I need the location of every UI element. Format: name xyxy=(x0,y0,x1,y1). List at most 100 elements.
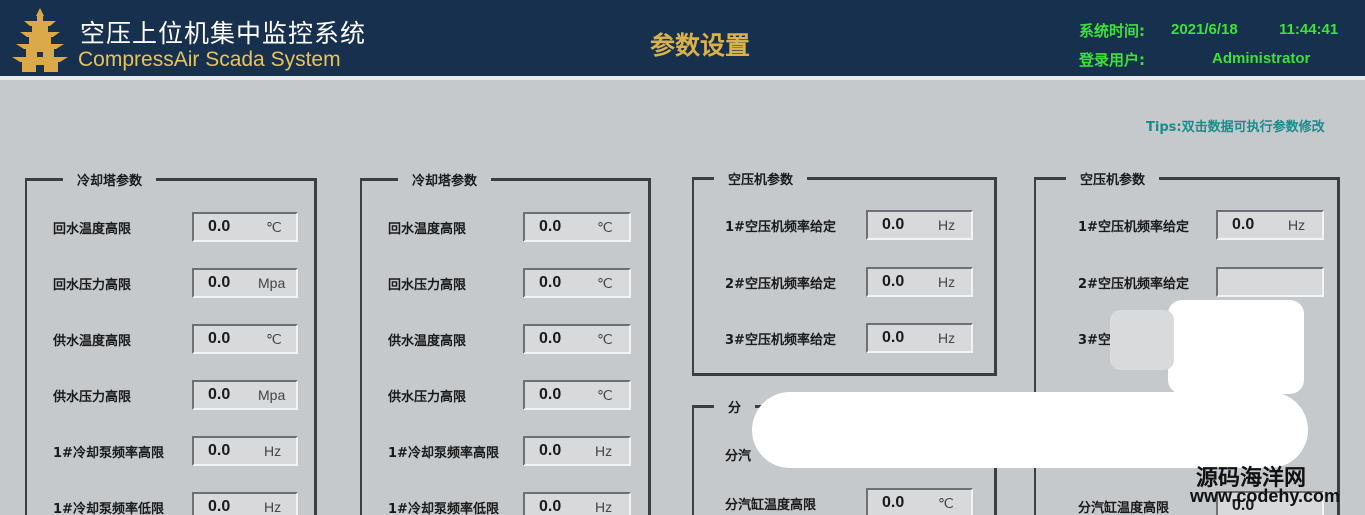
param-value-field[interactable]: 0.0 Mpa xyxy=(192,380,298,410)
param-label: 3#空压机频率给定 xyxy=(725,333,836,348)
panel-title: 冷却塔参数 xyxy=(63,170,157,189)
app-title-cn: 空压上位机集中监控系统 xyxy=(80,19,367,48)
app-title-en: CompressAir Scada System xyxy=(78,48,341,71)
redaction-overlay xyxy=(1168,300,1304,394)
param-unit: ℃ xyxy=(938,495,954,511)
login-user-label: 登录用户: xyxy=(1079,51,1145,69)
param-value-field[interactable]: 0.0 Hz xyxy=(866,323,973,353)
param-unit: Hz xyxy=(595,499,613,515)
param-row: 2#空压机频率给定 0.0 Hz xyxy=(694,267,994,297)
param-value-field[interactable]: 0.0 ℃ xyxy=(523,212,631,242)
param-row: 3#空压机频率给定 0.0 Hz xyxy=(694,323,994,353)
param-row: 1#空压机频率给定 0.0 Hz xyxy=(694,210,994,240)
param-row: 分汽缸温度高限 0.0 ℃ xyxy=(694,488,994,515)
page-title: 参数设置 xyxy=(650,31,751,60)
param-value-field[interactable]: 0.0 Hz xyxy=(523,492,631,515)
param-label: 1#空压机频率给定 xyxy=(725,220,836,235)
param-value: 0.0 xyxy=(539,498,562,515)
param-row: 1#空压机频率给定 0.0 Hz xyxy=(1036,210,1337,240)
param-value: 0.0 xyxy=(882,329,905,346)
param-value: 0.0 xyxy=(882,216,905,233)
param-label: 3#空 xyxy=(1078,333,1111,348)
param-label: 分汽 xyxy=(725,449,752,464)
param-value-field[interactable]: 0.0 Hz xyxy=(523,436,631,466)
param-unit: Hz xyxy=(1288,217,1306,233)
param-value-field[interactable]: 0.0 Hz xyxy=(866,210,973,240)
panel-title: 空压机参数 xyxy=(1066,169,1160,188)
param-label: 回水压力高限 xyxy=(53,278,132,293)
param-value: 0.0 xyxy=(539,330,562,347)
param-label: 回水压力高限 xyxy=(388,278,467,293)
param-value-field[interactable]: 0.0 ℃ xyxy=(523,324,631,354)
param-label: 1#空压机频率给定 xyxy=(1078,220,1189,235)
param-label: 2#空压机频率给定 xyxy=(725,277,836,292)
redaction-overlay xyxy=(1110,310,1174,370)
compressor-panel-1: 空压机参数 1#空压机频率给定 0.0 Hz 2#空压机频率给定 0.0 Hz … xyxy=(692,169,997,376)
param-unit: Mpa xyxy=(258,275,286,291)
pagoda-logo-icon xyxy=(12,8,68,72)
system-time-label: 系统时间: xyxy=(1079,22,1145,40)
param-row: 供水压力高限 0.0 Mpa xyxy=(27,380,314,410)
param-unit: Hz xyxy=(264,499,282,515)
param-value-field[interactable]: 0.0 Hz xyxy=(1216,210,1324,240)
param-unit: Hz xyxy=(938,217,956,233)
param-row: 回水压力高限 0.0 ℃ xyxy=(362,268,648,298)
param-value-field[interactable]: 0.0 Mpa xyxy=(192,268,298,298)
param-label: 回水温度高限 xyxy=(53,222,132,237)
panel-title: 空压机参数 xyxy=(714,169,808,188)
param-value: 0.0 xyxy=(208,442,231,459)
param-label: 供水压力高限 xyxy=(388,390,467,405)
param-unit: ℃ xyxy=(266,331,282,347)
panel-title: 分 xyxy=(714,397,756,416)
param-label: 1#冷却泵频率高限 xyxy=(53,446,164,461)
param-row: 回水压力高限 0.0 Mpa xyxy=(27,268,314,298)
param-row: 1#冷却泵频率高限 0.0 Hz xyxy=(362,436,648,466)
param-row: 2#空压机频率给定 xyxy=(1036,267,1337,297)
param-row: 1#冷却泵频率低限 0.0 Hz xyxy=(27,492,314,515)
param-unit: Hz xyxy=(938,330,956,346)
param-unit: ℃ xyxy=(266,219,282,235)
system-date: 2021/6/18 xyxy=(1171,21,1238,38)
param-label: 1#冷却泵频率高限 xyxy=(388,446,499,461)
tips-text: Tips:双击数据可执行参数修改 xyxy=(1146,120,1325,135)
param-value: 0.0 xyxy=(882,273,905,290)
cooling-tower-panel-2: 冷却塔参数 回水温度高限 0.0 ℃ 回水压力高限 0.0 ℃ 供水温度高限 0… xyxy=(360,170,651,515)
param-row: 1#冷却泵频率低限 0.0 Hz xyxy=(362,492,648,515)
param-value-field[interactable]: 0.0 Hz xyxy=(192,436,298,466)
param-label: 分汽缸温度高限 xyxy=(725,498,817,513)
param-label: 1#冷却泵频率低限 xyxy=(53,502,164,515)
param-value-field[interactable] xyxy=(1216,267,1324,297)
param-unit: ℃ xyxy=(597,387,613,403)
param-unit: ℃ xyxy=(597,219,613,235)
param-value: 0.0 xyxy=(208,330,231,347)
param-value-field[interactable]: 0.0 Hz xyxy=(192,492,298,515)
header-bar: 空压上位机集中监控系统 CompressAir Scada System 参数设… xyxy=(0,0,1365,80)
param-unit: ℃ xyxy=(597,331,613,347)
param-value-field[interactable]: 0.0 ℃ xyxy=(192,324,298,354)
param-unit: Hz xyxy=(264,443,282,459)
param-label: 分汽缸温度高限 xyxy=(1078,501,1170,515)
param-row: 回水温度高限 0.0 ℃ xyxy=(27,212,314,242)
param-value-field[interactable]: 0.0 ℃ xyxy=(866,488,973,515)
param-value: 0.0 xyxy=(539,442,562,459)
param-unit: Hz xyxy=(938,274,956,290)
param-unit: Mpa xyxy=(258,387,286,403)
param-row: 供水温度高限 0.0 ℃ xyxy=(27,324,314,354)
watermark-url: www.codehy.com xyxy=(1190,486,1341,506)
param-value: 0.0 xyxy=(539,274,562,291)
param-value-field[interactable]: 0.0 ℃ xyxy=(192,212,298,242)
param-row: 供水温度高限 0.0 ℃ xyxy=(362,324,648,354)
param-row: 供水压力高限 0.0 ℃ xyxy=(362,380,648,410)
cooling-tower-panel-1: 冷却塔参数 回水温度高限 0.0 ℃ 回水压力高限 0.0 Mpa 供水温度高限… xyxy=(25,170,317,515)
param-label: 供水压力高限 xyxy=(53,390,132,405)
system-time: 11:44:41 xyxy=(1279,21,1339,38)
param-value: 0.0 xyxy=(539,386,562,403)
param-row: 回水温度高限 0.0 ℃ xyxy=(362,212,648,242)
param-label: 回水温度高限 xyxy=(388,222,467,237)
param-value: 0.0 xyxy=(208,218,231,235)
param-value: 0.0 xyxy=(208,386,231,403)
param-label: 供水温度高限 xyxy=(388,334,467,349)
param-value-field[interactable]: 0.0 Hz xyxy=(866,267,973,297)
param-value-field[interactable]: 0.0 ℃ xyxy=(523,380,631,410)
param-value-field[interactable]: 0.0 ℃ xyxy=(523,268,631,298)
